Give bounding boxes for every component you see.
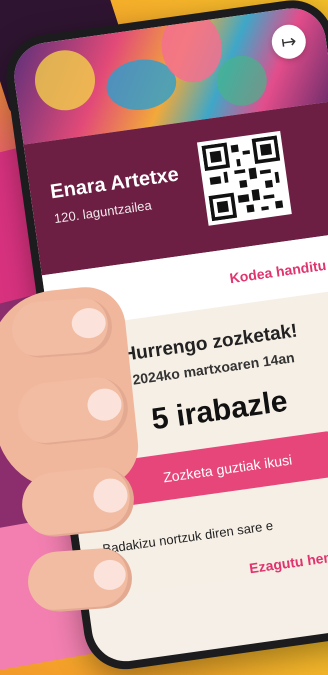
expand-code-label: Kodea handitu <box>228 256 328 287</box>
info-text: Badakizu nortzuk diren sare e <box>101 517 274 557</box>
finger-nail <box>91 476 130 515</box>
art-blob <box>31 46 99 115</box>
logout-button[interactable]: ↦ <box>269 22 309 61</box>
hand-finger <box>10 296 114 360</box>
finger-nail <box>92 558 127 591</box>
hand-finger <box>26 546 134 614</box>
art-blob <box>213 52 271 109</box>
expand-code-link[interactable]: Kodea handitu ⛶ <box>228 253 328 287</box>
see-all-raffles-button[interactable]: Zozketa guztiak ikusi <box>115 430 328 507</box>
member-name: Enara Artetxe <box>48 163 181 204</box>
finger-nail <box>85 386 124 423</box>
finger-nail <box>70 306 107 340</box>
logout-icon: ↦ <box>279 30 298 53</box>
qr-code-graphic <box>201 135 288 222</box>
qr-code[interactable] <box>196 130 292 226</box>
